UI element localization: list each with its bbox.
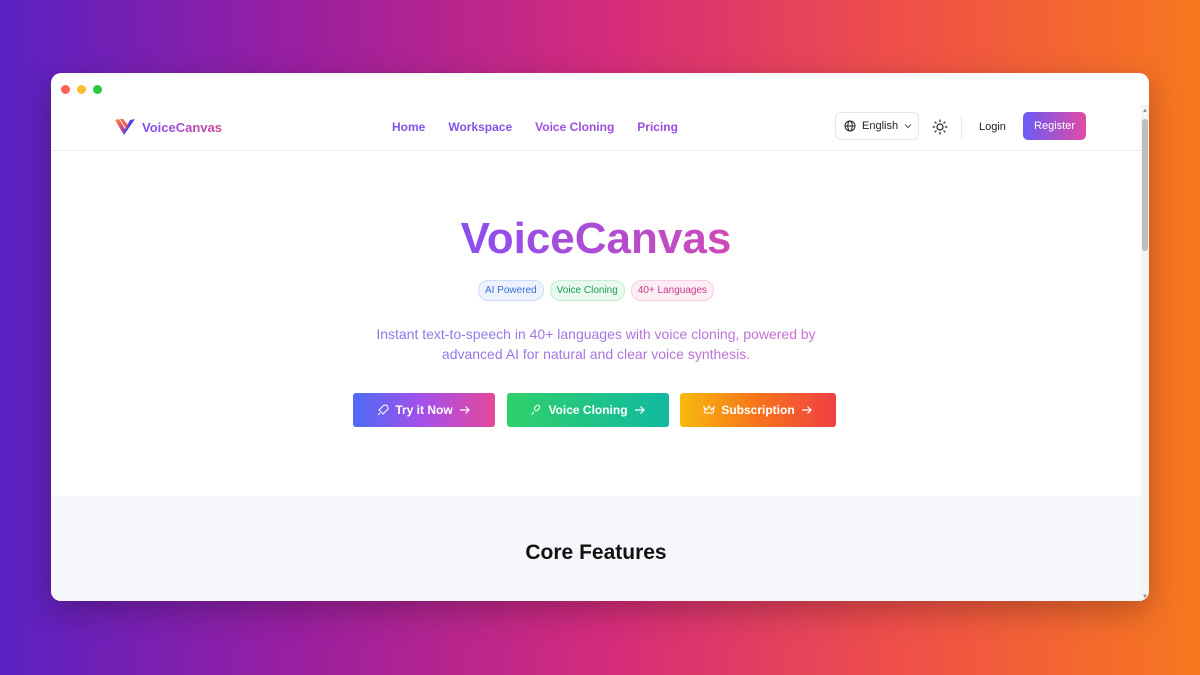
- scrollbar-thumb[interactable]: [1142, 119, 1148, 251]
- subscription-button[interactable]: Subscription: [680, 393, 836, 427]
- login-button[interactable]: Login: [979, 121, 1006, 133]
- crown-icon: [703, 405, 716, 414]
- arrow-right-icon: [459, 406, 470, 414]
- navbar: VoiceCanvas Home Workspace Voice Cloning…: [51, 105, 1141, 151]
- rocket-icon: [377, 404, 389, 416]
- chevron-down-icon: [904, 124, 912, 129]
- nav-divider: [961, 116, 962, 138]
- hero-title-text: VoiceCanvas: [460, 214, 732, 263]
- main-nav: Home Workspace Voice Cloning Pricing: [392, 120, 678, 134]
- page-scrollbar[interactable]: ▲ ▼: [1141, 105, 1149, 601]
- microphone-icon: [531, 404, 541, 415]
- hero-title: VoiceCanvas: [51, 213, 1141, 265]
- window-titlebar: [51, 73, 1149, 105]
- brand-logo[interactable]: VoiceCanvas: [114, 117, 222, 137]
- nav-link-pricing[interactable]: Pricing: [637, 120, 678, 134]
- language-label: English: [862, 120, 899, 132]
- globe-icon: [844, 120, 856, 132]
- try-it-now-button[interactable]: Try it Now: [353, 393, 495, 427]
- scroll-up-arrow-icon[interactable]: ▲: [1141, 107, 1149, 115]
- logo-icon: [115, 119, 135, 135]
- brand-name: VoiceCanvas: [142, 119, 222, 135]
- close-window-button[interactable]: [61, 85, 70, 94]
- nav-link-workspace[interactable]: Workspace: [448, 120, 512, 134]
- arrow-right-icon: [634, 406, 645, 414]
- arrow-right-icon: [801, 406, 812, 414]
- try-it-now-label: Try it Now: [395, 403, 453, 417]
- voice-cloning-button[interactable]: Voice Cloning: [507, 393, 669, 427]
- hero-subtitle: Instant text-to-speech in 40+ languages …: [346, 324, 846, 364]
- badge-ai-powered: AI Powered: [477, 280, 544, 301]
- sun-icon[interactable]: [932, 119, 948, 135]
- features-title: Core Features: [525, 541, 667, 564]
- badge-languages: 40+ Languages: [630, 280, 715, 301]
- nav-link-voice-cloning[interactable]: Voice Cloning: [535, 120, 614, 134]
- register-button[interactable]: Register: [1023, 112, 1086, 140]
- minimize-window-button[interactable]: [77, 85, 86, 94]
- scroll-down-arrow-icon[interactable]: ▼: [1141, 593, 1149, 601]
- browser-window: VoiceCanvas Home Workspace Voice Cloning…: [51, 73, 1149, 601]
- nav-link-home[interactable]: Home: [392, 120, 425, 134]
- voice-cloning-label: Voice Cloning: [548, 403, 628, 417]
- subscription-label: Subscription: [721, 403, 795, 417]
- hero-badges: AI Powered Voice Cloning 40+ Languages: [51, 280, 1141, 301]
- maximize-window-button[interactable]: [93, 85, 102, 94]
- badge-voice-cloning: Voice Cloning: [549, 280, 625, 301]
- language-selector[interactable]: English: [835, 112, 919, 140]
